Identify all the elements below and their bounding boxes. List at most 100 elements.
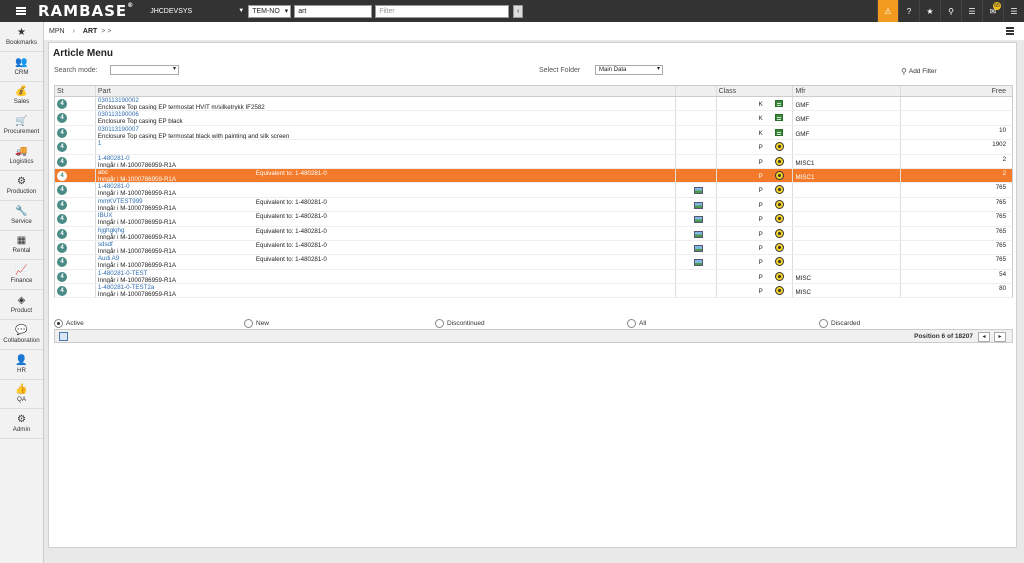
sidebar-item-bookmarks[interactable]: ★ Bookmarks (0, 22, 43, 52)
table-row[interactable]: 4 mmKVTEST999 Inngår i M-1000786959-R1A Equ… (54, 197, 1013, 213)
sidebar-item-product[interactable]: ◈ Product (0, 290, 43, 320)
breadcrumb-mpn[interactable]: MPN (49, 28, 65, 35)
equivalent-note: Equivalent to: 1-480281-0 (255, 213, 327, 221)
image-icon[interactable] (693, 187, 703, 195)
sidebar-item-rental[interactable]: ▦ Rental (0, 231, 43, 261)
list-icon[interactable]: ☰ (961, 0, 982, 22)
caret-down-icon[interactable]: ▼ (238, 8, 244, 14)
sidebar-item-production[interactable]: ⚙ Production (0, 171, 43, 201)
table-row[interactable]: 4 1-480281-0 Inngår i M-1000786959-R1A P 765 (54, 183, 1013, 198)
product-icon (774, 199, 784, 209)
sidebar-item-hr[interactable]: 👤 HR (0, 350, 43, 380)
table-row[interactable]: 4 030113190002 Enclosure Top casing EP ter… (54, 97, 1013, 112)
search-input[interactable]: art (294, 4, 373, 18)
collapse-button[interactable]: ‹ (513, 4, 524, 18)
main-menu-icon[interactable] (12, 0, 30, 22)
class-cell: P (717, 154, 794, 168)
sidebar-item-admin[interactable]: ⚙ Admin (0, 409, 43, 440)
table-row[interactable]: 4 1-480281-0 Inngår i M-1000786959-R1A P MIS… (54, 154, 1013, 169)
warning-icon[interactable]: ⚠ (877, 0, 898, 22)
radio-button[interactable] (819, 319, 828, 328)
column-header-class[interactable]: Class (717, 86, 794, 96)
context-menu-icon[interactable] (1006, 27, 1014, 29)
column-header-part[interactable]: Part (96, 86, 676, 96)
sidebar-item-collaboration[interactable]: 💬 Collaboration (0, 320, 43, 350)
radio-all[interactable]: All (627, 319, 646, 328)
image-icon[interactable] (693, 230, 703, 238)
radio-discontinued[interactable]: Discontinued (435, 319, 485, 328)
radio-discarded[interactable]: Discarded (819, 319, 860, 328)
image-icon[interactable] (693, 201, 703, 209)
part-number-link[interactable]: 1 (98, 140, 101, 147)
sidebar-item-finance[interactable]: 📈 Finance (0, 260, 43, 291)
breadcrumb: MPN › ART > > (44, 22, 1024, 40)
column-header-st[interactable]: St (55, 86, 96, 96)
image-icon[interactable] (693, 216, 703, 224)
part-number-link[interactable]: Audi A9 (98, 255, 119, 262)
part-number-link[interactable]: IBUX (98, 212, 112, 219)
previous-page-button[interactable]: ◂ (978, 332, 990, 343)
add-filter-button[interactable]: ⚲ Add Filter (901, 67, 937, 76)
company-select[interactable]: TEM-NO (248, 4, 292, 18)
radio-new[interactable]: New (244, 319, 269, 328)
part-number-link[interactable]: 1-480281-0 (98, 183, 130, 190)
part-number-link[interactable]: 1-480281-0-TEST (98, 270, 148, 277)
table-row[interactable]: 4 sdsdf Inngår i M-1000786959-R1A Equivalen… (54, 240, 1013, 256)
column-header-image[interactable] (676, 86, 717, 96)
sidebar-item-procurement[interactable]: 🛒 Procurement (0, 111, 43, 142)
table-row[interactable]: 4 Audi A9 Inngår i M-1000786959-R1A Equival… (54, 255, 1013, 270)
part-number-link[interactable]: hjghgkjhg (98, 227, 125, 234)
table-row[interactable]: 4 1-480281-0-TEST2a Inngår i M-1000786959-… (54, 284, 1013, 299)
part-number-link[interactable]: 1-480281-0 (98, 155, 130, 162)
radio-button[interactable] (244, 319, 253, 328)
part-number-link[interactable]: sdsdf (98, 241, 113, 248)
part-cell: Audi A9 Inngår i M-1000786959-R1A Equivale… (96, 255, 676, 269)
filter-input[interactable]: Filter (375, 4, 510, 18)
mail-icon[interactable]: ✉ 65 (982, 0, 1003, 22)
star-icon[interactable]: ★ (919, 0, 940, 22)
image-icon[interactable] (693, 244, 703, 252)
free-quantity: 765 (995, 184, 1007, 192)
part-number-link[interactable]: abc (98, 169, 108, 176)
part-number-link[interactable]: 030113190007 (98, 126, 139, 133)
help-icon[interactable]: ? (898, 0, 919, 22)
status-badge: 4 (57, 99, 67, 109)
table-row[interactable]: 4 030113190006 Enclosure Top casing EP bla… (54, 111, 1013, 126)
table-row[interactable]: 4 abc Inngår i M-1000786959-R1A Equivalent … (54, 168, 1013, 184)
class-code: K (758, 129, 763, 137)
table-row[interactable]: 4 1-480281-0-TEST Inngår i M-1000786959-R1… (54, 269, 1013, 285)
part-description: Inngår i M-1000786959-R1A (97, 204, 177, 212)
radio-button[interactable] (627, 319, 636, 328)
part-number-link[interactable]: 1-480281-0-TEST2a (98, 284, 154, 291)
table-row[interactable]: 4 IBUX Inngår i M-1000786959-R1A Equivalent… (54, 212, 1013, 227)
status-cell: 4 (55, 197, 96, 212)
rambase-logo[interactable]: RAMBASE® (38, 2, 134, 20)
radio-button[interactable] (435, 319, 444, 328)
folder-select[interactable]: Main Data (595, 65, 663, 75)
part-number-link[interactable]: 030113190002 (98, 97, 139, 104)
part-number-link[interactable]: 030113190006 (98, 111, 139, 118)
column-header-free[interactable]: Free (901, 86, 1012, 96)
grid-settings-icon[interactable] (59, 332, 68, 342)
kit-icon (774, 100, 783, 107)
breadcrumb-more[interactable]: > > (101, 28, 111, 35)
search-mode-select[interactable] (110, 65, 179, 75)
sidebar-item-logistics[interactable]: 🚚 Logistics (0, 141, 43, 171)
table-row[interactable]: 4 hjghgkjhg Inngår i M-1000786959-R1A Equiv… (54, 226, 1013, 241)
radio-button[interactable] (54, 319, 63, 328)
part-number-link[interactable]: mmKVTEST999 (98, 198, 143, 205)
sidebar-item-qa[interactable]: 👍 QA (0, 380, 43, 410)
sidebar-item-crm[interactable]: 👥 CRM (0, 52, 43, 82)
table-row[interactable]: 4 030113190007 Enclosure Top casing EP ter… (54, 125, 1013, 141)
class-cell: K (717, 125, 794, 140)
column-header-mfr[interactable]: Mfr (793, 86, 902, 96)
free-quantity: 2 (1002, 169, 1007, 177)
radio-active[interactable]: Active (54, 319, 84, 328)
menu-icon[interactable]: ☰ (1003, 0, 1024, 22)
sidebar-item-sales[interactable]: 💰 Sales (0, 82, 43, 112)
attachment-icon[interactable]: ⚲ (940, 0, 961, 22)
image-icon[interactable] (693, 259, 703, 267)
next-page-button[interactable]: ▸ (994, 332, 1006, 343)
sidebar-item-service[interactable]: 🔧 Service (0, 201, 43, 231)
table-row[interactable]: 4 1 P 1902 (54, 140, 1013, 155)
